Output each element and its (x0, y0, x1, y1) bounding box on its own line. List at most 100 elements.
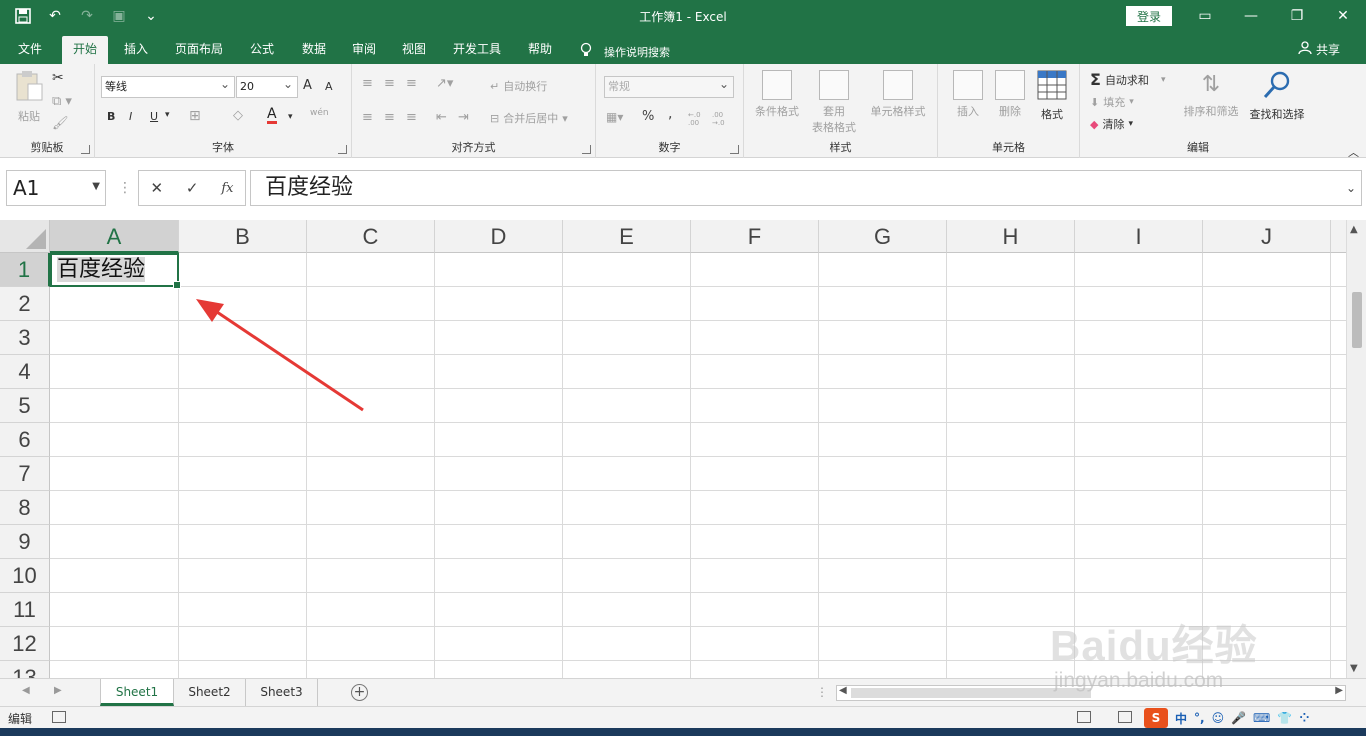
borders-icon[interactable]: ⊞ (189, 108, 201, 124)
percent-button[interactable]: % (642, 109, 654, 124)
middle-align-icon[interactable]: ≡ (384, 76, 395, 91)
font-color-button[interactable]: A (267, 107, 277, 124)
underline-button[interactable]: U (150, 110, 158, 123)
scroll-up-icon[interactable]: ▲ (1350, 224, 1358, 235)
prev-sheet-icon[interactable]: ◀ (22, 685, 30, 696)
redo-icon[interactable]: ↷ (74, 4, 100, 28)
customize-qat-icon[interactable]: ⌄ (138, 4, 164, 28)
top-align-icon[interactable]: ≡ (362, 76, 373, 91)
underline-dropdown-icon[interactable]: ▾ (165, 110, 170, 120)
comma-button[interactable]: , (668, 106, 672, 122)
tab-file[interactable]: 文件 (8, 36, 52, 64)
enter-entry-button[interactable]: ✓ (186, 179, 199, 197)
row-header[interactable]: 9 (0, 525, 50, 559)
column-header-partial[interactable] (1331, 220, 1346, 253)
accounting-format-icon[interactable]: ▦▾ (606, 110, 623, 124)
save-icon[interactable] (10, 4, 36, 28)
clear-button[interactable]: ◆ 清除 ▾ (1090, 116, 1133, 132)
decrease-indent-icon[interactable]: ⇤ (436, 110, 447, 125)
align-right-icon[interactable]: ≡ (406, 110, 417, 125)
grow-font-button[interactable]: A (303, 78, 312, 93)
align-center-icon[interactable]: ≡ (384, 110, 395, 125)
tab-data[interactable]: 数据 (292, 36, 336, 64)
formula-input[interactable]: 百度经验 ⌄ (250, 170, 1362, 206)
macro-record-icon[interactable] (52, 711, 66, 723)
undo-icon[interactable]: ↶ (42, 4, 68, 28)
wrap-text-button[interactable]: ↵ 自动换行 (490, 78, 547, 94)
insert-cells-button[interactable]: 插入 (950, 70, 986, 119)
skin-icon[interactable]: 👕 (1277, 711, 1292, 725)
sort-filter-button[interactable]: ⇅ 排序和筛选 (1178, 70, 1244, 119)
scroll-right-icon[interactable]: ▶ (1335, 685, 1343, 696)
tab-formulas[interactable]: 公式 (240, 36, 284, 64)
orientation-icon[interactable]: ↗▾ (436, 76, 453, 91)
tab-view[interactable]: 视图 (392, 36, 436, 64)
tab-developer[interactable]: 开发工具 (444, 36, 510, 64)
tell-me-search[interactable]: 操作说明搜索 (580, 42, 670, 61)
number-format-select[interactable]: 常规 (604, 74, 734, 98)
row-header[interactable]: 10 (0, 559, 50, 593)
format-as-table-button[interactable]: 套用 表格格式 (806, 70, 862, 135)
autosum-button[interactable]: Σ 自动求和 ▾ (1090, 70, 1165, 89)
increase-decimal-button[interactable]: ←.0 .00 (688, 111, 708, 127)
name-box-dropdown-icon[interactable]: ▼ (92, 170, 100, 204)
page-layout-view-icon[interactable] (1118, 711, 1132, 723)
insert-function-button[interactable]: fx (221, 181, 233, 196)
merge-center-button[interactable]: ⊟ 合并后居中 ▾ (490, 110, 568, 126)
shrink-font-button[interactable]: A (325, 80, 333, 93)
tab-home[interactable]: 开始 (62, 36, 108, 64)
sheet-tab-2[interactable]: Sheet2 (174, 679, 246, 706)
format-cells-button[interactable]: 格式 (1034, 70, 1070, 122)
conditional-format-button[interactable]: 条件格式 (752, 70, 802, 119)
cell-styles-button[interactable]: 单元格样式 (866, 70, 930, 119)
increase-indent-icon[interactable]: ⇥ (458, 110, 469, 125)
expand-formula-bar-icon[interactable]: ⌄ (1346, 171, 1356, 205)
delete-cells-button[interactable]: 删除 (992, 70, 1028, 119)
column-header[interactable]: G (819, 220, 947, 253)
font-color-dropdown-icon[interactable]: ▾ (288, 112, 293, 122)
find-select-button[interactable]: 查找和选择 (1244, 70, 1310, 122)
vertical-scrollbar[interactable]: ▲ ▼ (1346, 220, 1366, 678)
microphone-icon[interactable]: 🎤 (1231, 711, 1246, 725)
tab-review[interactable]: 审阅 (342, 36, 386, 64)
ime-chinese-mode[interactable]: 中 (1175, 710, 1187, 727)
italic-button[interactable]: I (129, 110, 132, 123)
row-header[interactable]: 11 (0, 593, 50, 627)
format-painter-icon[interactable]: 🖌 (52, 116, 69, 131)
sheet-tab-3[interactable]: Sheet3 (246, 679, 318, 706)
touch-mode-icon[interactable]: ▣ (106, 4, 132, 28)
column-header[interactable]: E (563, 220, 691, 253)
worksheet-grid[interactable]: A B C D E F G H I J 1 2 3 4 5 6 7 8 9 10… (0, 220, 1346, 678)
cancel-entry-button[interactable]: ✕ (150, 179, 163, 197)
fill-color-icon[interactable]: ◇ (233, 108, 243, 123)
row-header[interactable]: 7 (0, 457, 50, 491)
sogou-ime-icon[interactable]: S (1144, 708, 1168, 728)
bottom-align-icon[interactable]: ≡ (406, 76, 417, 91)
column-header[interactable]: I (1075, 220, 1203, 253)
phonetic-button[interactable]: wén (310, 108, 329, 118)
cut-icon[interactable]: ✂ (52, 70, 64, 86)
number-launcher-icon[interactable] (730, 145, 739, 154)
row-header[interactable]: 13 (0, 661, 50, 678)
tab-help[interactable]: 帮助 (518, 36, 562, 64)
close-icon[interactable]: ✕ (1320, 0, 1366, 32)
row-header[interactable]: 6 (0, 423, 50, 457)
decrease-decimal-button[interactable]: .00 →.0 (712, 111, 732, 127)
restore-icon[interactable]: ❐ (1274, 0, 1320, 32)
bold-button[interactable]: B (107, 110, 115, 123)
row-header[interactable]: 12 (0, 627, 50, 661)
tab-page-layout[interactable]: 页面布局 (166, 36, 232, 64)
login-button[interactable]: 登录 (1126, 6, 1172, 26)
paste-button[interactable]: 粘贴 (14, 70, 44, 124)
column-header[interactable]: F (691, 220, 819, 253)
vertical-scroll-thumb[interactable] (1352, 292, 1362, 348)
ime-menu-icon[interactable]: ⁘ (1299, 711, 1309, 725)
next-sheet-icon[interactable]: ▶ (54, 685, 62, 696)
add-sheet-icon[interactable]: + (351, 684, 368, 701)
name-box[interactable]: A1 ▼ (6, 170, 106, 206)
column-header[interactable]: D (435, 220, 563, 253)
fill-button[interactable]: ⬇ 填充 ▾ (1090, 94, 1134, 110)
column-header[interactable]: H (947, 220, 1075, 253)
tab-split-grip-icon[interactable]: ⋮ (816, 685, 828, 699)
ribbon-display-options-icon[interactable]: ▭ (1182, 0, 1228, 32)
